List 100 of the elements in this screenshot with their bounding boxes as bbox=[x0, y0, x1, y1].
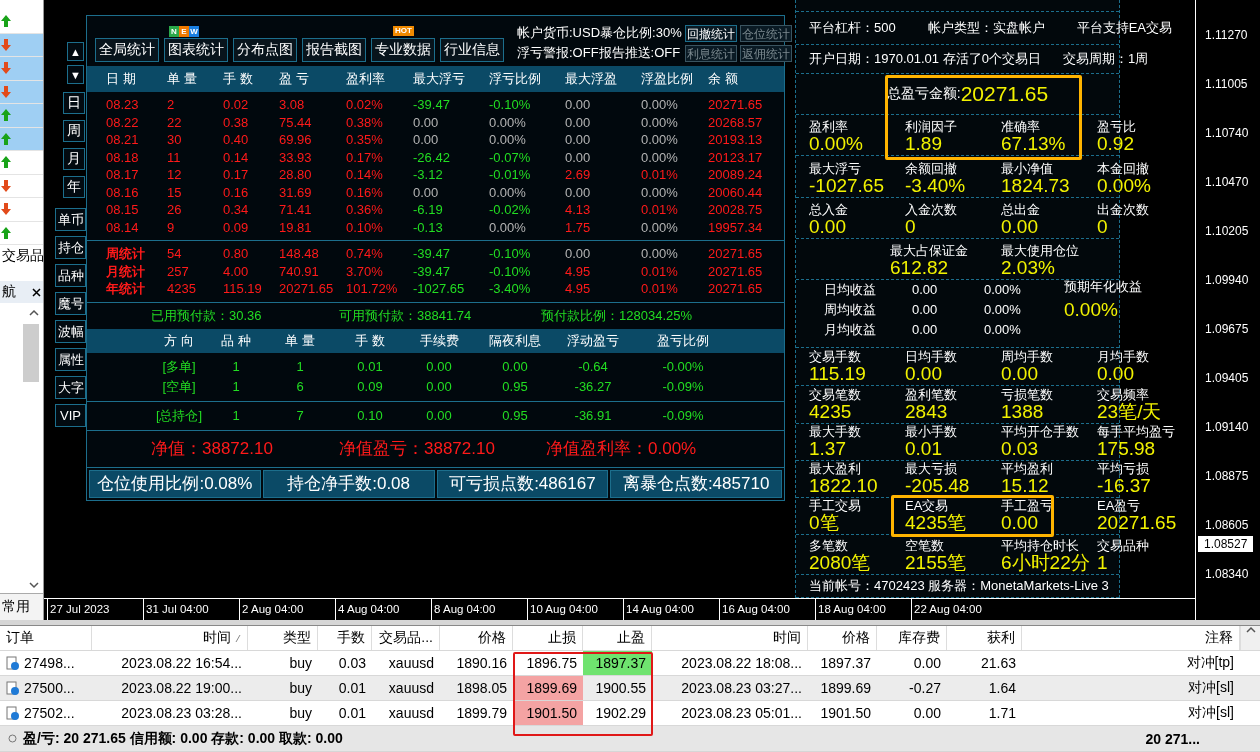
market-row[interactable] bbox=[0, 33, 43, 57]
market-row[interactable] bbox=[0, 80, 43, 104]
metric-value: 15.12 bbox=[1001, 476, 1050, 497]
market-row[interactable] bbox=[0, 57, 43, 81]
column-header[interactable]: 时间 bbox=[92, 626, 248, 650]
table-cell-text: -3.12 bbox=[413, 166, 444, 184]
column-header[interactable]: 价格 bbox=[808, 626, 877, 650]
toolbar-button[interactable]: 图表统计 bbox=[164, 38, 228, 62]
table-cell-text: 2.69 bbox=[565, 166, 592, 184]
metric-value: -16.37 bbox=[1097, 476, 1152, 497]
table-cell-text: 0.00% bbox=[641, 245, 679, 263]
market-row[interactable] bbox=[0, 104, 43, 128]
table-cell-text: -6.19 bbox=[413, 201, 444, 219]
toolbar-button[interactable]: 全局统计 bbox=[95, 38, 159, 62]
metric-value: 4235笔 bbox=[905, 513, 968, 534]
table-cell-text: 0.01 bbox=[356, 357, 384, 376]
column-header: 最大浮亏 bbox=[413, 70, 466, 88]
table-cell-text: buy bbox=[288, 679, 313, 698]
table-cell-text: -36.91 bbox=[573, 406, 613, 425]
price-label: 1.10205 bbox=[1204, 224, 1249, 238]
column-header[interactable]: 库存费 bbox=[877, 626, 947, 650]
table-cell-text: 20271.65 bbox=[279, 280, 335, 298]
table-cell-text: 0.00 bbox=[565, 148, 592, 166]
table-cell-text: 20271.65 bbox=[708, 262, 764, 280]
time-label: 2 Aug 04:00 bbox=[239, 599, 335, 620]
price-label: 1.09140 bbox=[1204, 420, 1249, 434]
table-cell-text: 0.01% bbox=[641, 201, 679, 219]
order-row[interactable]: 27502... 2023.08.23 03:28... buy 0.01 xauusd 1899.79 1901.50 1902.29 2023.08.23 05:01... 1901.50 0.00 1.71 对冲[sl] bbox=[0, 701, 1260, 726]
column-header: 单 量 bbox=[167, 70, 198, 88]
view-tab[interactable]: 品种 bbox=[55, 264, 86, 287]
table-cell-text: 1 bbox=[231, 406, 241, 425]
table-cell-text: 1890.16 bbox=[455, 654, 508, 673]
table-cell-text: xauusd bbox=[387, 654, 435, 673]
view-tab[interactable]: 属性 bbox=[55, 348, 86, 371]
earnings-value: 0.00 bbox=[912, 322, 939, 338]
column-header[interactable]: 止盈 bbox=[583, 626, 652, 650]
symbols-tab[interactable]: 交易品 bbox=[0, 245, 43, 267]
table-cell-text: 2023.08.22 19:00... bbox=[120, 679, 243, 698]
column-header[interactable]: 交易品... bbox=[372, 626, 440, 650]
toolbar-button[interactable]: 专业数据 bbox=[371, 38, 435, 62]
toolbar-button[interactable]: 行业信息 bbox=[440, 38, 504, 62]
period-tab[interactable]: 年 bbox=[63, 176, 85, 198]
view-tab[interactable]: 单币 bbox=[55, 208, 86, 231]
metric-label: 平均盈利 bbox=[1001, 462, 1054, 477]
metric-label: 盈利笔数 bbox=[905, 388, 958, 403]
scroll-up-icon[interactable] bbox=[1245, 626, 1256, 633]
table-cell-text: -39.47 bbox=[413, 262, 451, 280]
view-tab[interactable]: 魔号 bbox=[55, 292, 86, 315]
table-cell-text: 0.00 bbox=[413, 131, 440, 149]
metric-value: -3.40% bbox=[905, 175, 967, 196]
table-cell-text: 0.17% bbox=[346, 148, 384, 166]
scroll-up-icon[interactable] bbox=[29, 309, 39, 316]
column-header[interactable]: 时间 bbox=[652, 626, 808, 650]
scrollbar-button[interactable] bbox=[1240, 626, 1260, 650]
common-tab[interactable]: 常用 bbox=[0, 593, 43, 620]
scroll-down-icon[interactable] bbox=[29, 582, 39, 589]
time-label: 18 Aug 04:00 bbox=[815, 599, 911, 620]
table-cell-text: 0.00% bbox=[641, 113, 679, 131]
view-tab[interactable]: 波幅 bbox=[55, 320, 86, 343]
column-header[interactable]: 类型 bbox=[248, 626, 318, 650]
report-button[interactable]: 回撤统计 bbox=[684, 24, 737, 42]
period-tab[interactable]: 月 bbox=[63, 148, 85, 170]
table-cell-text: 0.01% bbox=[641, 166, 679, 184]
toolbar-button[interactable]: 分布点图 bbox=[233, 38, 297, 62]
close-icon[interactable] bbox=[32, 287, 41, 297]
column-header[interactable]: 手数 bbox=[318, 626, 372, 650]
order-row[interactable]: 27498... 2023.08.22 16:54... buy 0.03 xauusd 1890.16 1896.75 1897.37 2023.08.22 18:08... 1897.37 0.00 21.63 对冲[tp] bbox=[0, 651, 1260, 676]
price-label: 1.08340 bbox=[1204, 567, 1249, 581]
order-row[interactable]: 27500... 2023.08.22 19:00... buy 0.01 xauusd 1898.05 1899.69 1900.55 2023.08.23 03:27... 1899.69 -0.27 1.64 对冲[sl] bbox=[0, 676, 1260, 701]
table-cell-text: -39.47 bbox=[413, 96, 451, 114]
metric-label: 总出金 bbox=[1001, 202, 1041, 217]
metric-value: 115.19 bbox=[809, 364, 867, 385]
view-tab[interactable]: 持仓 bbox=[55, 236, 86, 259]
view-tab[interactable]: 大字 bbox=[55, 376, 86, 399]
earnings-label: 月均收益 bbox=[824, 320, 877, 339]
scroll-button[interactable]: ▲ bbox=[67, 42, 84, 61]
price-label: 1.11005 bbox=[1204, 77, 1248, 91]
table-cell-text: 6 bbox=[295, 377, 305, 396]
table-cell-text: 周统计 bbox=[106, 245, 146, 263]
column-header[interactable]: 价格 bbox=[440, 626, 513, 650]
table-cell-text: 0.10% bbox=[346, 218, 384, 236]
period-tab[interactable]: 日 bbox=[63, 92, 85, 114]
metric-value: -1027.65 bbox=[809, 175, 885, 196]
table-cell-text: 101.72% bbox=[346, 280, 399, 298]
scrollbar-thumb[interactable] bbox=[23, 324, 39, 382]
account-info: 帐户货币:USD暴仓比例:30% bbox=[517, 24, 682, 42]
table-cell-text: 0.00 bbox=[565, 245, 592, 263]
table-cell-text: 20060.44 bbox=[708, 183, 764, 201]
market-row[interactable] bbox=[0, 127, 43, 151]
scroll-button[interactable]: ▼ bbox=[67, 65, 84, 84]
column-header[interactable]: 止损 bbox=[513, 626, 583, 650]
table-cell-text: 11 bbox=[167, 148, 182, 166]
toolbar-button[interactable]: 报告截图 bbox=[302, 38, 366, 62]
view-tab[interactable]: VIP bbox=[55, 404, 86, 427]
column-header[interactable]: 订单 bbox=[0, 626, 92, 650]
metric-label: 交易品种 bbox=[1097, 539, 1150, 554]
margin-stat: 预付款比例：128034.25% bbox=[541, 306, 693, 325]
period-tab[interactable]: 周 bbox=[63, 120, 85, 142]
column-header[interactable]: 获利 bbox=[947, 626, 1022, 650]
table-cell-text: 0.00 bbox=[501, 357, 529, 376]
